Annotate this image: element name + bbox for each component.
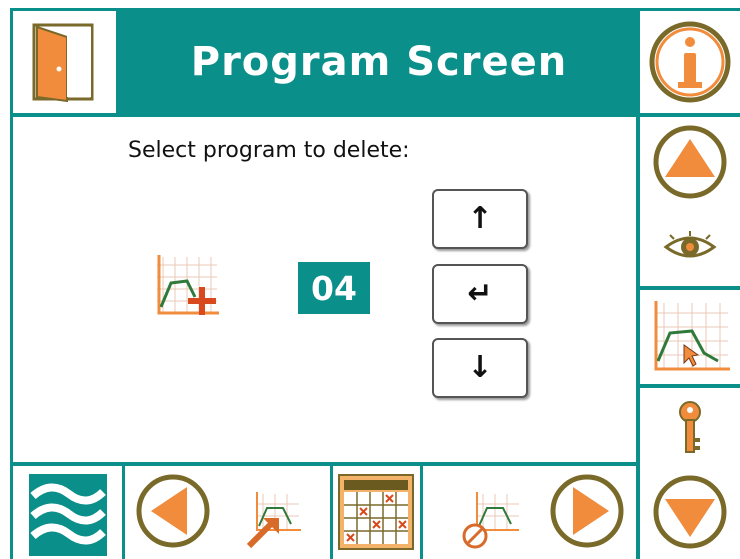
program-delete-button[interactable] xyxy=(456,488,524,552)
eye-icon xyxy=(663,231,717,258)
arrow-left-circle-icon xyxy=(136,474,210,548)
lock-button[interactable] xyxy=(670,398,710,460)
scroll-down-button[interactable]: ↓ xyxy=(432,338,528,398)
logo[interactable] xyxy=(18,470,118,559)
arrow-down-icon: ↓ xyxy=(467,350,493,385)
page-title: Program Screen xyxy=(120,10,638,113)
calendar-button[interactable] xyxy=(335,470,417,554)
view-button[interactable] xyxy=(660,224,720,270)
delete-prompt: Select program to delete: xyxy=(128,138,410,163)
enter-button[interactable]: ↵ xyxy=(432,264,528,324)
program-add-icon xyxy=(156,255,219,315)
divider-bottom-2 xyxy=(330,464,333,559)
info-button[interactable] xyxy=(640,12,740,112)
nav-up-button[interactable] xyxy=(650,122,730,202)
arrow-up-circle-icon xyxy=(653,125,727,199)
program-delete-icon xyxy=(462,492,519,549)
door-exit-icon xyxy=(32,23,94,103)
program-graph-icon xyxy=(654,301,730,371)
info-icon xyxy=(649,21,731,103)
frame-left xyxy=(10,8,13,559)
calendar-grid-icon xyxy=(338,474,414,550)
arrow-up-icon: ↑ xyxy=(467,201,493,236)
nav-down-button[interactable] xyxy=(650,472,730,552)
exit-button[interactable] xyxy=(14,12,114,112)
prev-button[interactable] xyxy=(132,470,214,552)
next-button[interactable] xyxy=(546,470,628,552)
arrow-right-circle-icon xyxy=(550,474,624,548)
program-add-button[interactable] xyxy=(145,245,230,325)
divider-bottom-3 xyxy=(420,464,423,559)
arrow-down-circle-icon xyxy=(653,475,727,549)
scroll-up-button[interactable]: ↑ xyxy=(432,189,528,249)
divider-right-2 xyxy=(638,384,740,388)
key-icon xyxy=(679,401,701,453)
divider-right-1 xyxy=(638,286,740,290)
graph-button[interactable] xyxy=(645,292,737,382)
program-number: 04 xyxy=(298,262,370,314)
divider-footer xyxy=(10,462,638,466)
enter-icon: ↵ xyxy=(467,276,493,311)
program-load-icon xyxy=(246,492,301,549)
waves-logo-icon xyxy=(29,473,107,556)
divider-bottom-1 xyxy=(122,464,125,559)
program-load-button[interactable] xyxy=(240,488,306,552)
